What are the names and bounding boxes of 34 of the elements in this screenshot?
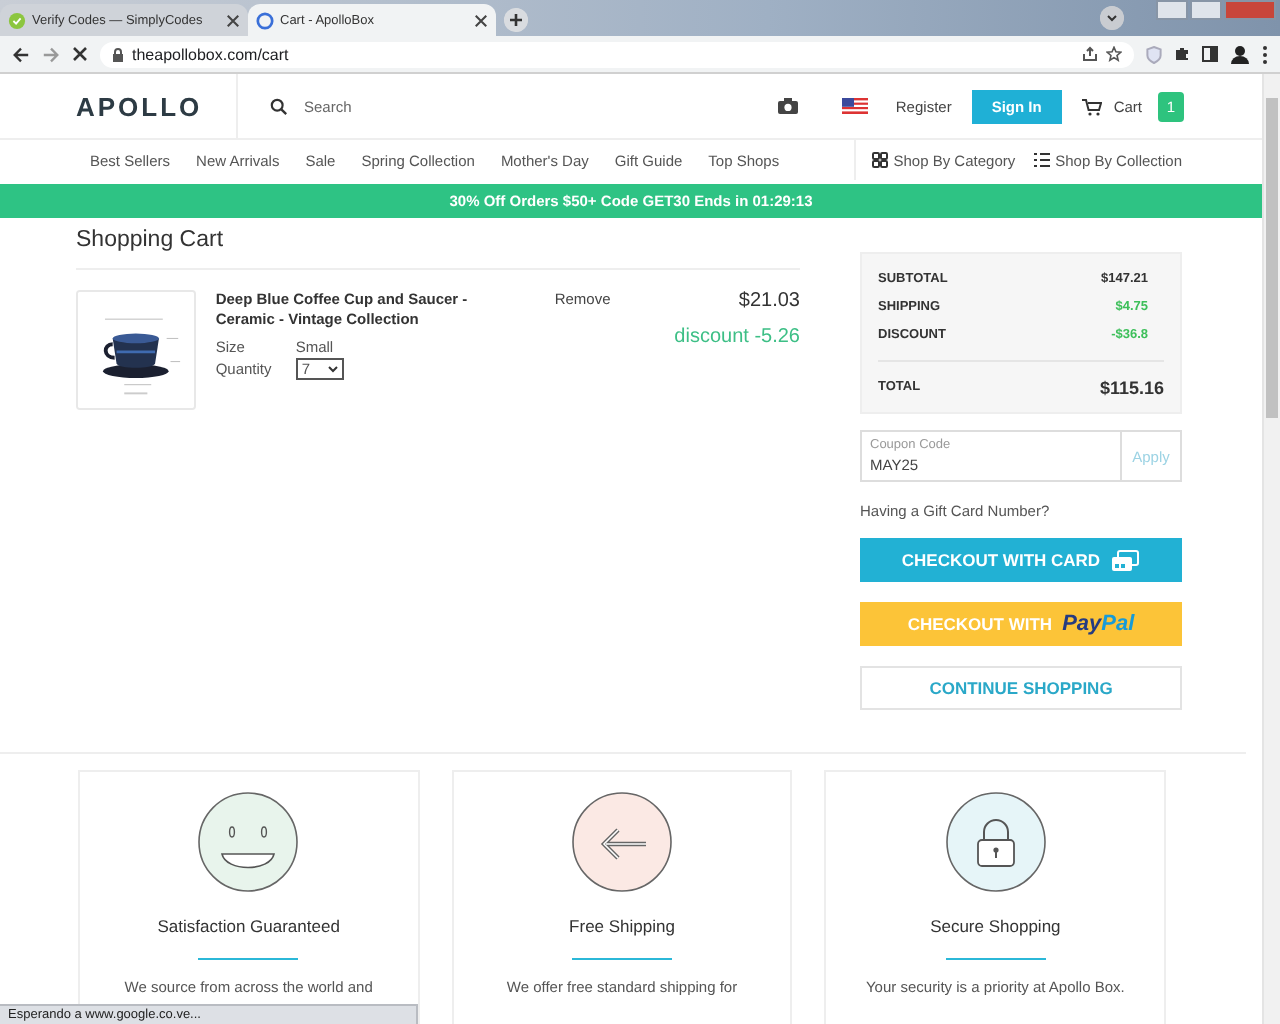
- stop-icon[interactable]: [72, 46, 88, 62]
- forward-icon[interactable]: [42, 45, 60, 63]
- new-tab-icon[interactable]: [504, 8, 528, 32]
- total-value: $115.16: [1099, 377, 1164, 397]
- share-icon[interactable]: [1082, 46, 1098, 62]
- sidebar-icon[interactable]: [1202, 46, 1218, 62]
- camera-icon[interactable]: [777, 98, 798, 114]
- check-icon: [8, 11, 26, 29]
- logo[interactable]: APOLLO: [76, 91, 203, 121]
- menu-icon[interactable]: [1262, 45, 1268, 63]
- item-price: $21.03: [738, 290, 800, 312]
- close-icon[interactable]: [474, 13, 488, 27]
- item-discount: discount -5.26: [674, 326, 800, 348]
- avatar-icon[interactable]: [1230, 44, 1250, 64]
- search-icon: [270, 97, 288, 115]
- grid-icon: [871, 152, 888, 168]
- cart-icon[interactable]: [1081, 97, 1102, 115]
- flag-icon[interactable]: [841, 98, 868, 114]
- star-icon[interactable]: [1106, 46, 1122, 62]
- caret-icon: [327, 365, 338, 373]
- feature-title: Satisfaction Guaranteed: [157, 916, 340, 936]
- page-title: Shopping Cart: [76, 228, 800, 270]
- list-icon: [1033, 152, 1050, 168]
- credit-card-icon: [1110, 549, 1141, 571]
- lock-icon: [112, 47, 124, 61]
- feature-title: Secure Shopping: [930, 916, 1061, 936]
- address-bar[interactable]: theapollobox.com/cart: [100, 41, 1134, 67]
- window-controls[interactable]: [1156, 0, 1276, 20]
- caret-icon[interactable]: [1100, 6, 1124, 30]
- back-icon[interactable]: [12, 45, 30, 63]
- close-icon[interactable]: [226, 13, 240, 27]
- puzzle-icon[interactable]: [1174, 46, 1190, 62]
- feature-title: Free Shipping: [569, 916, 675, 936]
- checkout-with-paypal-button[interactable]: CHECKOUT WITH PayPal: [860, 602, 1182, 646]
